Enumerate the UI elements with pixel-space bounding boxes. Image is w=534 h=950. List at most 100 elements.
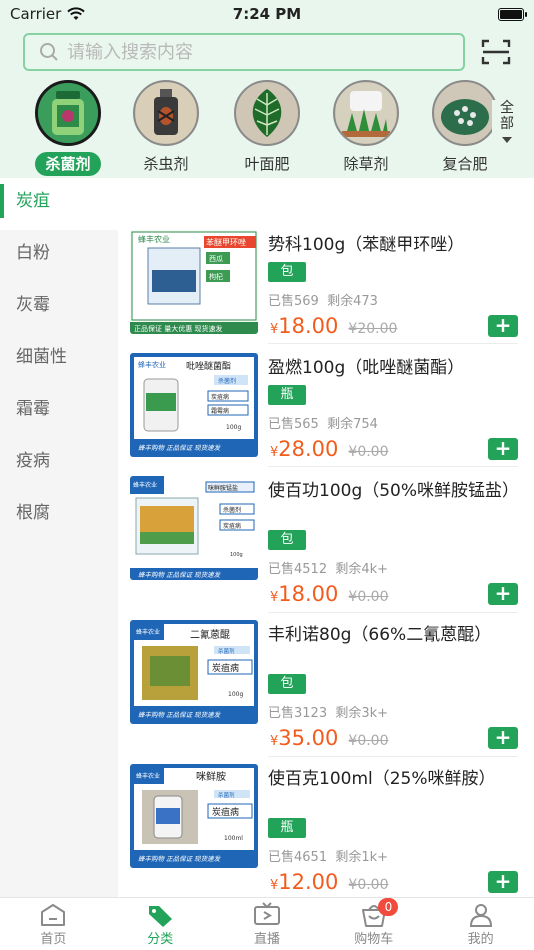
all-categories-button[interactable]: 全 部	[492, 100, 522, 148]
product-name[interactable]: 盈燃100g（吡唑醚菌酯）	[268, 357, 518, 379]
all-label-line2: 部	[500, 116, 514, 132]
user-icon	[469, 904, 492, 927]
original-price: ¥0.00	[348, 877, 389, 893]
image-brand: 蜂丰农业	[138, 360, 166, 369]
image-tag: 炭疽病	[212, 662, 239, 674]
search-box[interactable]	[23, 33, 465, 71]
image-tag: 炭疽病	[223, 522, 241, 530]
image-brand: 蜂丰农业	[136, 772, 160, 780]
product-card[interactable]: 蜂丰农业 咪鲜胺 杀菌剂 炭疽病 100ml 蜂丰购物 正品保证 现货速发 使百…	[118, 712, 534, 894]
category-label: 叶面肥	[244, 155, 290, 173]
category-image	[35, 80, 101, 146]
sidebar-item-root-rot[interactable]: 根腐	[0, 490, 118, 542]
product-image[interactable]: 蜂丰农业 咪鲜胺锰盐 杀菌剂 炭疽病 100g 蜂丰购物 正品保证 现货速发	[130, 476, 258, 580]
product-sales: 已售4651 剩余1k+	[268, 846, 388, 865]
tv-icon	[253, 902, 280, 925]
image-tag: 杀菌剂	[218, 647, 235, 655]
category-image	[133, 80, 199, 146]
product-name[interactable]: 使百功100g（50%咪鲜胺锰盐）	[268, 480, 519, 502]
tab-label: 分类	[147, 932, 174, 947]
tab-bar: 首页 分类 直播 购物车 0 我的	[0, 897, 534, 950]
image-title: 吡唑醚菌酯	[186, 360, 231, 372]
image-tag: 霜霉病	[211, 407, 229, 415]
battery-icon	[498, 7, 527, 21]
product-name[interactable]: 势科100g（苯醚甲环唑）	[268, 234, 518, 256]
current-price: 12.00	[278, 870, 339, 894]
cart-badge: 0	[378, 898, 399, 916]
product-card[interactable]: 蜂丰农业 咪鲜胺锰盐 杀菌剂 炭疽病 100g 蜂丰购物 正品保证 现货速发 使…	[118, 424, 534, 613]
image-tag: 炭疽病	[212, 806, 239, 818]
carrier-label: Carrier	[10, 5, 62, 23]
sidebar-item-blight[interactable]: 疫病	[0, 438, 118, 490]
image-tag: 炭疽病	[211, 393, 229, 401]
category-label: 杀菌剂	[35, 152, 101, 176]
sidebar: 炭疽 白粉 灰霉 细菌性 霜霉 疫病 根腐	[0, 178, 118, 898]
sidebar-item-downy-mildew[interactable]: 霜霉	[0, 386, 118, 438]
product-unit-badge: 包	[268, 530, 306, 550]
image-title: 苯醚甲环唑	[206, 237, 246, 247]
product-list[interactable]: 蜂丰农业 苯醚甲环唑 西瓜 枸杞 正品保证 量大优惠 现货速发 势科100g（苯…	[118, 178, 534, 898]
stock-count: 剩余1k+	[335, 850, 389, 865]
sold-count: 已售4651	[268, 850, 328, 865]
tab-label: 直播	[253, 932, 280, 947]
image-brand: 蜂丰农业	[133, 481, 157, 489]
image-size: 100g	[230, 552, 243, 558]
category-image	[432, 80, 498, 146]
image-tag: 杀菌剂	[218, 791, 235, 799]
image-tag: 杀菌剂	[223, 506, 241, 514]
product-card[interactable]: 蜂丰农业 二氰蒽醌 杀菌剂 炭疽病 100g 蜂丰购物 正品保证 现货速发 丰利…	[118, 568, 534, 757]
status-bar: Carrier 7:24 PM	[0, 0, 534, 28]
image-title: 二氰蒽醌	[190, 628, 230, 641]
all-label-line1: 全	[500, 100, 514, 116]
tab-category[interactable]: 分类	[107, 898, 214, 950]
wifi-icon	[67, 7, 86, 20]
category-foliar-fertilizer[interactable]: 叶面肥	[225, 80, 309, 176]
sidebar-item-bacterial[interactable]: 细菌性	[0, 334, 118, 386]
sidebar-item-powdery-mildew[interactable]: 白粉	[0, 230, 118, 282]
tab-cart[interactable]: 购物车 0	[320, 898, 427, 950]
add-to-cart-button[interactable]: +	[488, 871, 518, 893]
image-footer: 蜂丰购物 正品保证 现货速发	[138, 855, 222, 863]
product-unit-badge: 包	[268, 674, 306, 694]
category-label: 杀虫剂	[143, 155, 189, 173]
product-image[interactable]: 蜂丰农业 咪鲜胺 杀菌剂 炭疽病 100ml 蜂丰购物 正品保证 现货速发	[130, 764, 258, 868]
tab-home[interactable]: 首页	[0, 898, 107, 950]
image-title: 咪鲜胺	[196, 770, 226, 783]
category-label: 复合肥	[442, 155, 488, 173]
sidebar-item-gray-mold[interactable]: 灰霉	[0, 282, 118, 334]
caret-down-icon	[502, 137, 512, 143]
category-image	[234, 80, 300, 146]
image-tag: 西瓜	[209, 255, 223, 263]
category-image	[333, 80, 399, 146]
scan-icon[interactable]	[480, 38, 512, 66]
image-tag: 枸杞	[209, 272, 223, 281]
image-size: 100ml	[224, 835, 243, 842]
product-name[interactable]: 丰利诺80g（66%二氰蒽醌）	[268, 624, 518, 646]
product-name[interactable]: 使百克100ml（25%咪鲜胺）	[268, 768, 518, 790]
search-icon	[40, 43, 58, 61]
product-image[interactable]: 蜂丰农业 二氰蒽醌 杀菌剂 炭疽病 100g 蜂丰购物 正品保证 现货速发	[130, 620, 258, 724]
product-unit-badge: 瓶	[268, 818, 306, 838]
search-input[interactable]	[67, 41, 447, 63]
sidebar-item-anthracnose[interactable]: 炭疽	[0, 178, 118, 230]
category-scroller[interactable]: 杀菌剂 杀虫剂 叶面肥 除草剂 复合肥 全 部	[0, 80, 534, 176]
tag-icon	[149, 906, 173, 927]
tab-profile[interactable]: 我的	[427, 898, 534, 950]
category-insecticide[interactable]: 杀虫剂	[124, 80, 208, 176]
product-unit-badge: 包	[268, 262, 306, 282]
product-price: ¥12.00 ¥0.00	[270, 870, 389, 894]
product-unit-badge: 瓶	[268, 385, 306, 405]
tab-label: 购物车	[354, 932, 394, 947]
tab-label: 我的	[467, 932, 494, 947]
image-size: 100g	[228, 691, 243, 698]
tab-label: 首页	[40, 932, 67, 947]
category-herbicide[interactable]: 除草剂	[324, 80, 408, 176]
category-label: 除草剂	[343, 155, 389, 173]
image-title: 咪鲜胺锰盐	[208, 484, 238, 492]
home-icon	[41, 904, 66, 926]
header: 杀菌剂 杀虫剂	[0, 28, 534, 178]
image-brand: 蜂丰农业	[136, 628, 160, 636]
tab-live[interactable]: 直播	[214, 898, 321, 950]
category-fungicide[interactable]: 杀菌剂	[26, 80, 110, 176]
image-brand: 蜂丰农业	[138, 234, 170, 244]
